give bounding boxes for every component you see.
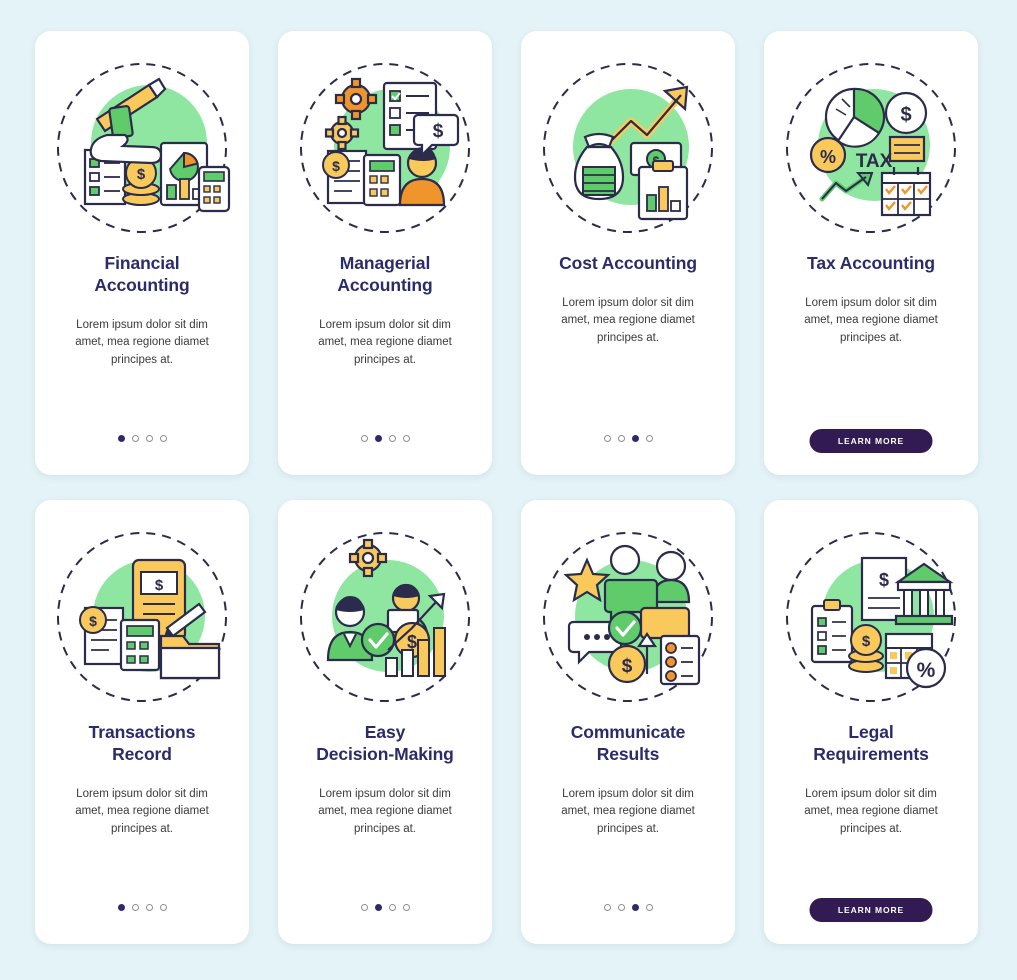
speech-bubbles-star-checklist-icon: $ <box>535 524 721 710</box>
card-title: Managerial Accounting <box>337 253 433 295</box>
pagination-dot-1[interactable] <box>360 904 368 911</box>
pagination-dots[interactable] <box>278 904 492 911</box>
svg-text:$: $ <box>137 166 146 183</box>
svg-text:$: $ <box>89 613 97 629</box>
card-title: Easy Decision-Making <box>316 722 454 764</box>
card-title: Legal Requirements <box>813 722 929 764</box>
pagination-dot-2[interactable] <box>131 435 139 442</box>
svg-text:$: $ <box>332 158 340 174</box>
pagination-dot-4[interactable] <box>645 435 653 442</box>
pagination-dot-1[interactable] <box>603 904 611 911</box>
card-description: Lorem ipsum dolor sit dim amet, mea regi… <box>804 296 938 344</box>
pagination-dots[interactable] <box>521 904 735 911</box>
pagination-dot-3[interactable] <box>388 904 396 911</box>
pagination-dots[interactable] <box>35 435 249 442</box>
money-bag-growth-arrow-clipboard-icon: $ <box>535 55 721 241</box>
svg-text:%: % <box>917 659 936 682</box>
card-description: Lorem ipsum dolor sit dim amet, mea regi… <box>75 318 209 366</box>
pagination-dot-4[interactable] <box>645 904 653 911</box>
pagination-dots[interactable] <box>35 904 249 911</box>
svg-text:$: $ <box>622 656 633 677</box>
pagination-dot-4[interactable] <box>159 904 167 911</box>
pagination-dot-3[interactable] <box>145 435 153 442</box>
svg-text:$: $ <box>900 104 911 126</box>
pagination-dot-4[interactable] <box>402 904 410 911</box>
bank-building-clipboard-percent-icon: $ $ % <box>778 524 964 710</box>
svg-text:TAX: TAX <box>856 151 893 172</box>
card-description: Lorem ipsum dolor sit dim amet, mea regi… <box>75 787 209 835</box>
card-title: Communicate Results <box>570 722 686 764</box>
svg-text:%: % <box>820 147 836 167</box>
pagination-dot-1[interactable] <box>117 904 125 911</box>
card-tax-accounting[interactable]: $ % TAX Tax Accounting Lorem ipsum dolor… <box>764 31 978 475</box>
svg-text:$: $ <box>155 577 164 594</box>
pie-chart-tax-percent-calendar-icon: $ % TAX <box>778 55 964 241</box>
card-title: Tax Accounting <box>807 253 935 273</box>
svg-text:$: $ <box>862 633 871 650</box>
card-description: Lorem ipsum dolor sit dim amet, mea regi… <box>804 787 938 835</box>
card-description: Lorem ipsum dolor sit dim amet, mea regi… <box>318 787 452 835</box>
mobile-payment-folder-documents-icon: $ $ <box>49 524 235 710</box>
card-title: Financial Accounting <box>94 253 190 295</box>
card-managerial-accounting[interactable]: $ $ Managerial Accounting Lorem ipsum dol… <box>278 31 492 475</box>
pagination-dot-3[interactable] <box>631 435 639 442</box>
learn-more-button[interactable]: LEARN MORE <box>809 898 933 922</box>
card-description: Lorem ipsum dolor sit dim amet, mea regi… <box>318 318 452 366</box>
svg-text:$: $ <box>433 121 444 142</box>
pagination-dot-4[interactable] <box>402 435 410 442</box>
pagination-dot-3[interactable] <box>145 904 153 911</box>
pagination-dot-2[interactable] <box>374 904 382 911</box>
pagination-dot-2[interactable] <box>374 435 382 442</box>
gears-checklist-person-icon: $ $ <box>292 55 478 241</box>
svg-text:$: $ <box>879 570 889 590</box>
pagination-dot-2[interactable] <box>617 904 625 911</box>
card-description: Lorem ipsum dolor sit dim amet, mea regi… <box>561 296 695 344</box>
pagination-dot-1[interactable] <box>603 435 611 442</box>
hand-writing-documents-chart-icon: $ <box>49 55 235 241</box>
pagination-dots[interactable] <box>521 435 735 442</box>
pagination-dot-3[interactable] <box>631 904 639 911</box>
card-financial-accounting[interactable]: $ Financial Accounting Lorem ipsum dolor… <box>35 31 249 475</box>
card-communicate-results[interactable]: $ Communicate Results Lorem ipsum dolor s… <box>521 500 735 944</box>
pagination-dot-4[interactable] <box>159 435 167 442</box>
onboarding-screens-grid: $ Financial Accounting Lorem ipsum dolor… <box>0 0 1017 975</box>
pagination-dot-3[interactable] <box>388 435 396 442</box>
learn-more-button[interactable]: LEARN MORE <box>809 429 933 453</box>
card-description: Lorem ipsum dolor sit dim amet, mea regi… <box>561 787 695 835</box>
card-legal-requirements[interactable]: $ $ % Legal Requirements Lorem ipsum dol… <box>764 500 978 944</box>
card-transactions-record[interactable]: $ $ Transactions Record Lorem ipsum dolo… <box>35 500 249 944</box>
pagination-dot-2[interactable] <box>131 904 139 911</box>
pagination-dot-2[interactable] <box>617 435 625 442</box>
people-checkmark-growth-chart-icon: $ <box>292 524 478 710</box>
card-title: Cost Accounting <box>559 253 697 273</box>
card-easy-decision-making[interactable]: $ Easy Decision-Making Lorem ipsum dolor … <box>278 500 492 944</box>
card-cost-accounting[interactable]: $ Cost Accounting Lorem ipsum dolor sit … <box>521 31 735 475</box>
pagination-dot-1[interactable] <box>360 435 368 442</box>
card-title: Transactions Record <box>88 722 196 764</box>
pagination-dots[interactable] <box>278 435 492 442</box>
pagination-dot-1[interactable] <box>117 435 125 442</box>
